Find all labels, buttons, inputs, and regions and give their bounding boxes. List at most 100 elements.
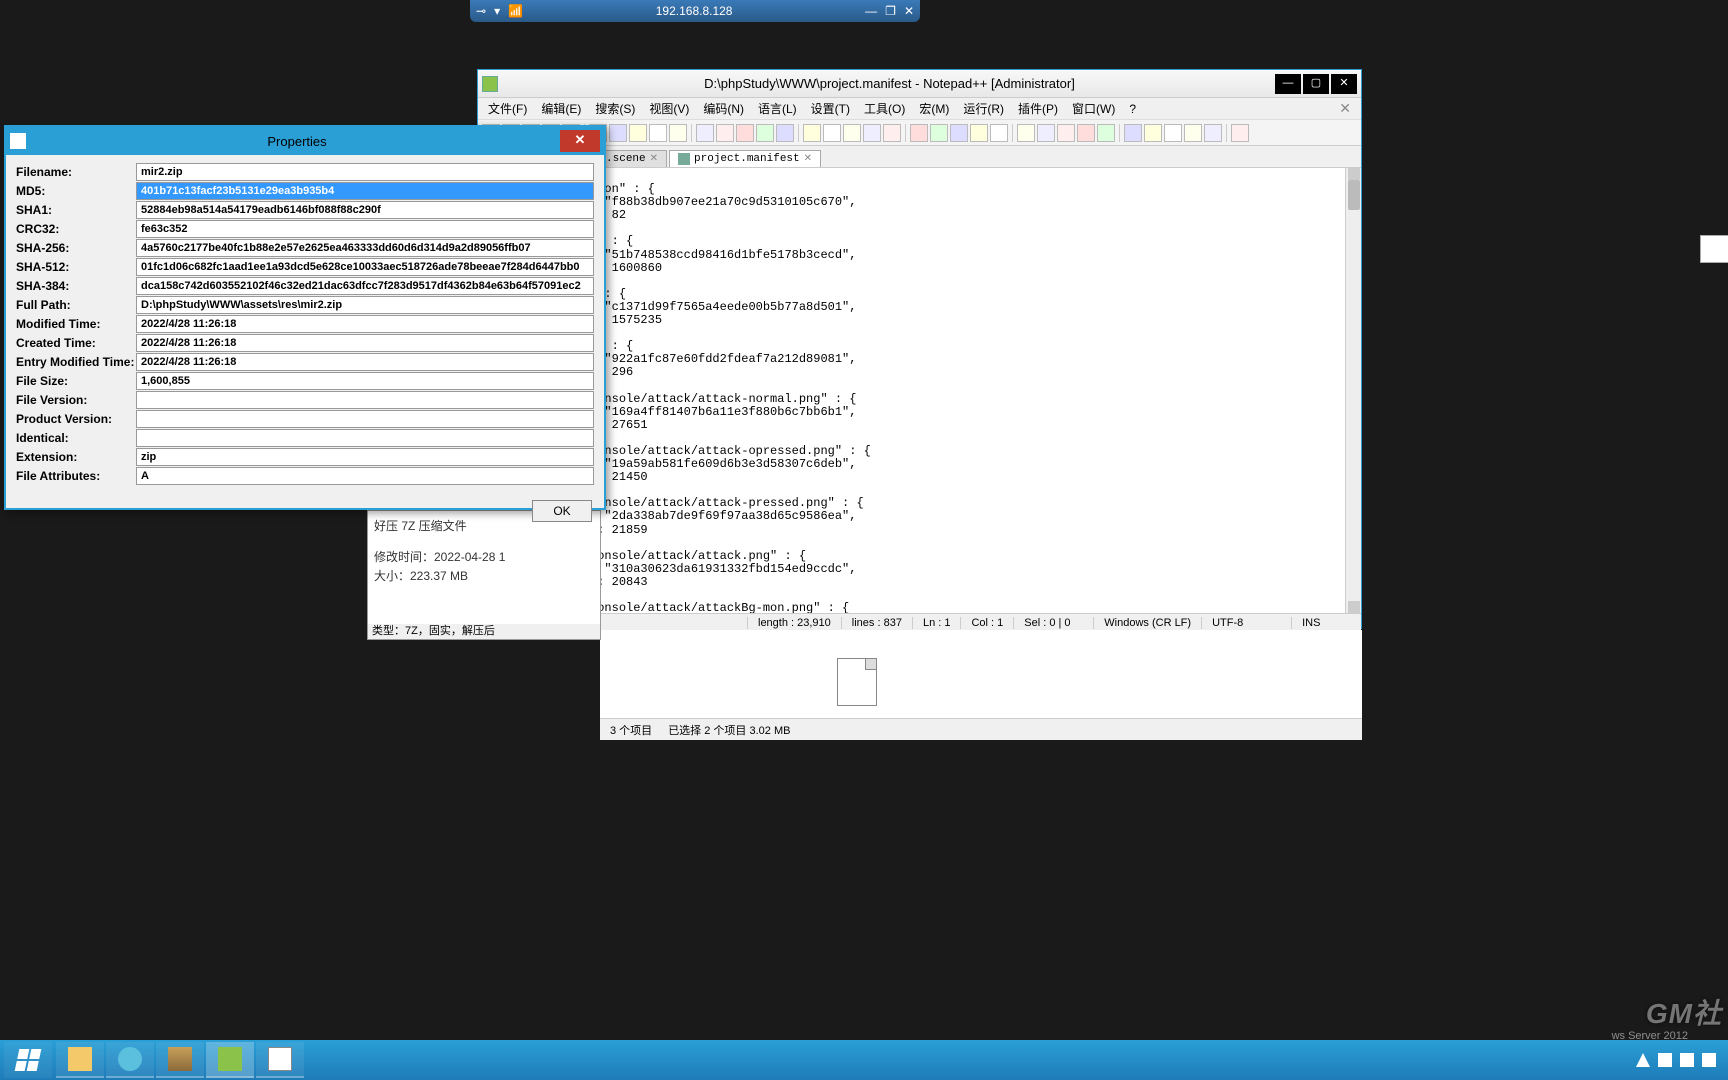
property-value[interactable]: dca158c742d603552102f46c32ed21dac63dfcc7… — [136, 277, 594, 295]
toolbar-button[interactable] — [669, 124, 687, 142]
property-value[interactable]: fe63c352 — [136, 220, 594, 238]
minimize-button[interactable]: — — [1275, 74, 1301, 94]
property-value[interactable]: 401b71c13facf23b5131e29ea3b935b4 — [136, 182, 594, 200]
notepadpp-titlebar[interactable]: D:\phpStudy\WWW\project.manifest - Notep… — [478, 70, 1361, 98]
property-value[interactable]: 01fc1d06c682fc1aad1ee1a93dcd5e628ce10033… — [136, 258, 594, 276]
tab-close-icon[interactable]: ✕ — [650, 153, 658, 165]
menu-item[interactable]: ? — [1123, 100, 1142, 118]
property-row: MD5:401b71c13facf23b5131e29ea3b935b4 — [16, 182, 594, 200]
toolbar-button[interactable] — [883, 124, 901, 142]
menu-item[interactable]: 视图(V) — [643, 98, 695, 119]
property-row: CRC32:fe63c352 — [16, 220, 594, 238]
taskbar-item-notepad[interactable] — [256, 1042, 304, 1078]
toolbar-button[interactable] — [990, 124, 1008, 142]
menu-item[interactable]: 文件(F) — [482, 98, 533, 119]
property-value[interactable]: zip — [136, 448, 594, 466]
taskbar-item-app[interactable] — [106, 1042, 154, 1078]
archive-statusbar: 类型：7Z，固实，解压后 — [367, 624, 601, 640]
thumbtack-icon[interactable]: ▾ — [494, 4, 500, 18]
tray-flag-icon[interactable] — [1658, 1053, 1672, 1067]
file-icon[interactable] — [832, 652, 882, 712]
property-value[interactable]: 1,600,855 — [136, 372, 594, 390]
property-value[interactable]: 4a5760c2177be40fc1b88e2e57e2625ea463333d… — [136, 239, 594, 257]
vertical-scrollbar[interactable] — [1345, 168, 1361, 613]
menu-item[interactable]: 编码(N) — [697, 98, 750, 119]
toolbar-button[interactable] — [776, 124, 794, 142]
restore-icon[interactable]: ❐ — [885, 4, 896, 18]
maximize-button[interactable]: ▢ — [1303, 74, 1329, 94]
toolbar-button[interactable] — [696, 124, 714, 142]
close-icon[interactable]: ✕ — [904, 4, 914, 18]
property-value[interactable]: 2022/4/28 11:26:18 — [136, 315, 594, 333]
menu-item[interactable]: 插件(P) — [1012, 98, 1064, 119]
property-value[interactable] — [136, 410, 594, 428]
toolbar-button[interactable] — [1144, 124, 1162, 142]
toolbar-button[interactable] — [1077, 124, 1095, 142]
minimize-icon[interactable]: — — [865, 4, 877, 18]
toolbar-button[interactable] — [863, 124, 881, 142]
tray-volume-icon[interactable] — [1702, 1053, 1716, 1067]
close-button[interactable]: ✕ — [560, 130, 600, 152]
toolbar-button[interactable] — [823, 124, 841, 142]
toolbar-button[interactable] — [736, 124, 754, 142]
menu-item[interactable]: 语言(L) — [752, 98, 803, 119]
menu-item[interactable]: 宏(M) — [913, 98, 955, 119]
toolbar-button[interactable] — [910, 124, 928, 142]
menu-close-icon[interactable]: ✕ — [1333, 100, 1357, 117]
property-value[interactable]: 2022/4/28 11:26:18 — [136, 334, 594, 352]
toolbar-button[interactable] — [716, 124, 734, 142]
toolbar-button[interactable] — [803, 124, 821, 142]
tray-network-icon[interactable] — [1680, 1053, 1694, 1067]
property-value[interactable]: A — [136, 467, 594, 485]
property-value[interactable]: mir2.zip — [136, 163, 594, 181]
editor-tab[interactable]: project.manifest✕ — [669, 150, 821, 167]
toolbar-button[interactable] — [1231, 124, 1249, 142]
toolbar-button[interactable] — [1184, 124, 1202, 142]
toolbar-button[interactable] — [649, 124, 667, 142]
toolbar-button[interactable] — [1017, 124, 1035, 142]
properties-titlebar[interactable]: Properties ✕ — [6, 127, 604, 155]
menu-item[interactable]: 搜索(S) — [589, 98, 641, 119]
toolbar-button[interactable] — [1037, 124, 1055, 142]
tray-arrow-icon[interactable] — [1636, 1053, 1650, 1067]
toolbar-button[interactable] — [629, 124, 647, 142]
property-label: Created Time: — [16, 336, 136, 350]
toolbar-button[interactable] — [609, 124, 627, 142]
property-label: Extension: — [16, 450, 136, 464]
toolbar-button[interactable] — [1204, 124, 1222, 142]
toolbar-button[interactable] — [1057, 124, 1075, 142]
toolbar-button[interactable] — [1164, 124, 1182, 142]
start-button[interactable] — [4, 1042, 52, 1078]
toolbar-button[interactable] — [1097, 124, 1115, 142]
toolbar-button[interactable] — [970, 124, 988, 142]
menu-item[interactable]: 窗口(W) — [1066, 98, 1121, 119]
pin-icon[interactable]: ⊸ — [476, 4, 486, 18]
taskbar-item-explorer[interactable] — [56, 1042, 104, 1078]
notepadpp-editor[interactable]: 28 29 30 31 32 33 34 35 { "Baunch.json" … — [478, 168, 1361, 613]
scroll-down-icon[interactable] — [1348, 601, 1360, 613]
property-value[interactable] — [136, 391, 594, 409]
property-value[interactable]: D:\phpStudy\WWW\assets\res\mir2.zip — [136, 296, 594, 314]
close-button[interactable]: ✕ — [1331, 74, 1357, 94]
taskbar-item-archiver[interactable] — [156, 1042, 204, 1078]
tab-close-icon[interactable]: ✕ — [804, 153, 812, 165]
property-value[interactable]: 2022/4/28 11:26:18 — [136, 353, 594, 371]
property-value[interactable]: 52884eb98a514a54179eadb6146bf088f88c290f — [136, 201, 594, 219]
ok-button[interactable]: OK — [532, 500, 592, 522]
taskbar-item-notepadpp[interactable] — [206, 1042, 254, 1078]
code-area[interactable]: { "Baunch.json" : { "md5" : "f88b38db907… — [514, 168, 1345, 613]
menu-item[interactable]: 编辑(E) — [535, 98, 587, 119]
toolbar-button[interactable] — [930, 124, 948, 142]
menu-item[interactable]: 运行(R) — [957, 98, 1010, 119]
toolbar-button[interactable] — [756, 124, 774, 142]
toolbar-button[interactable] — [950, 124, 968, 142]
menu-item[interactable]: 设置(T) — [805, 98, 856, 119]
scroll-up-icon[interactable] — [1348, 168, 1360, 180]
property-value[interactable] — [136, 429, 594, 447]
menu-item[interactable]: 工具(O) — [858, 98, 911, 119]
properties-title: Properties — [34, 134, 560, 149]
property-row: Extension:zip — [16, 448, 594, 466]
scroll-thumb[interactable] — [1348, 180, 1360, 210]
toolbar-button[interactable] — [1124, 124, 1142, 142]
toolbar-button[interactable] — [843, 124, 861, 142]
